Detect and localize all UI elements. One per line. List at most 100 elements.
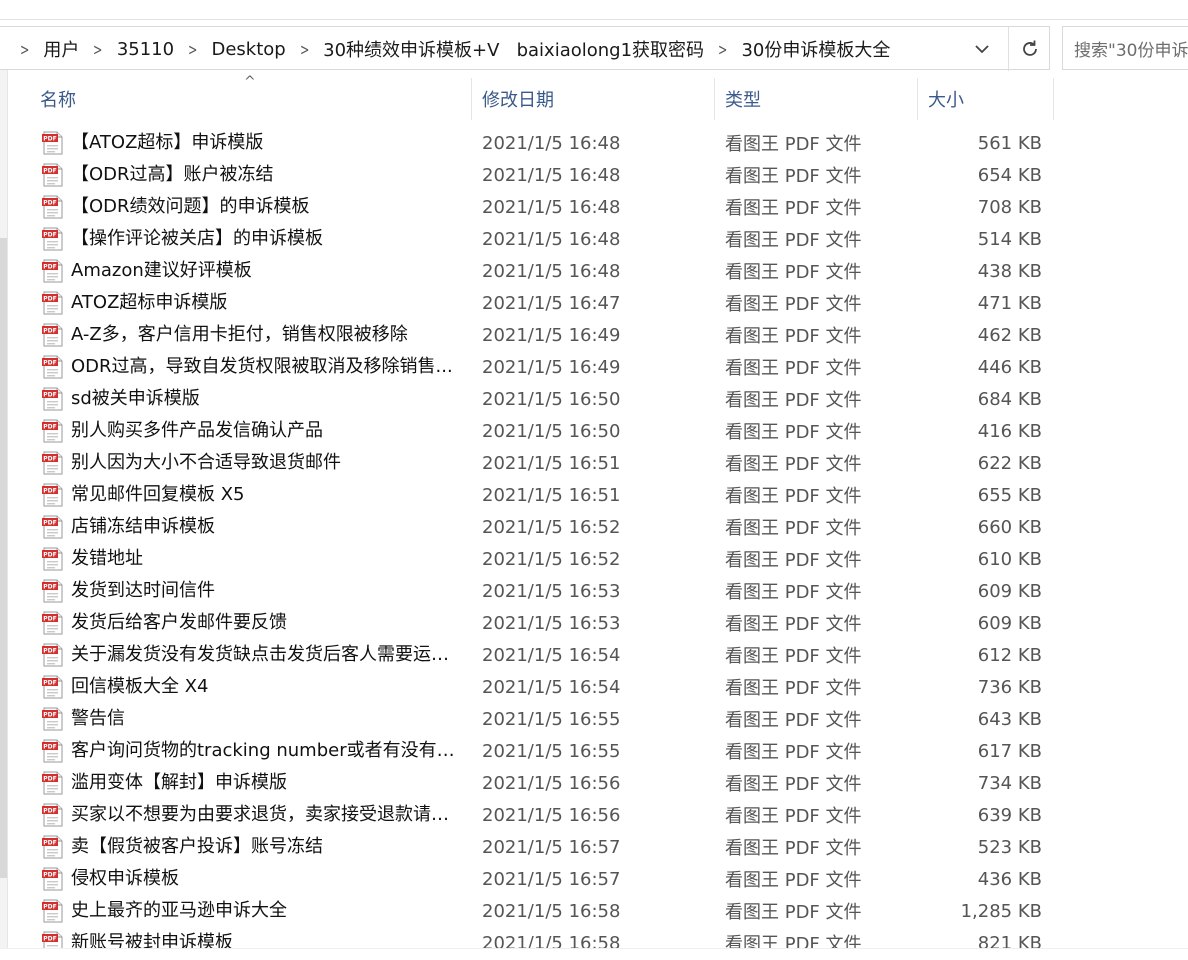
- file-name[interactable]: 买家以不想要为由要求退货，卖家接受退款请求...: [71, 799, 466, 831]
- breadcrumb-item-current-folder[interactable]: 30份申诉模板大全: [737, 36, 894, 62]
- file-name[interactable]: 【操作评论被关店】的申诉模板: [71, 223, 466, 255]
- file-date-modified: 2021/1/5 16:51: [482, 484, 621, 506]
- search-input[interactable]: 搜索"30份申诉: [1062, 26, 1188, 70]
- file-type: 看图王 PDF 文件: [725, 934, 862, 949]
- breadcrumb-item-users[interactable]: 用户: [39, 36, 83, 62]
- file-row[interactable]: PDF 回信模板大全 X4 2021/1/5 16:54 看图王 PDF 文件 736 …: [24, 671, 1054, 703]
- file-row[interactable]: PDF 常见邮件回复模板 X5 2021/1/5 16:51 看图王 PDF 文件 65…: [24, 479, 1054, 511]
- file-type: 看图王 PDF 文件: [725, 614, 862, 635]
- column-header-name[interactable]: 名称: [24, 78, 472, 120]
- file-date-modified: 2021/1/5 16:55: [482, 740, 621, 762]
- file-name[interactable]: 滥用变体【解封】申诉模版: [71, 767, 466, 799]
- file-name[interactable]: 卖【假货被客户投诉】账号冻结: [71, 831, 466, 863]
- file-size: 471 KB: [977, 292, 1042, 314]
- file-name[interactable]: 【ODR绩效问题】的申诉模板: [71, 191, 466, 223]
- file-row[interactable]: PDF 史上最齐的亚马逊申诉大全 2021/1/5 16:58 看图王 PDF 文件 1…: [24, 895, 1054, 927]
- file-row[interactable]: PDF 警告信 2021/1/5 16:55 看图王 PDF 文件 643 KB: [24, 703, 1054, 735]
- breadcrumb-item-desktop[interactable]: Desktop: [207, 39, 289, 60]
- file-row[interactable]: PDF 发货后给客户发邮件要反馈 2021/1/5 16:53 看图王 PDF 文件 6…: [24, 607, 1054, 639]
- pdf-file-icon: PDF: [42, 163, 63, 187]
- file-name[interactable]: 回信模板大全 X4: [71, 671, 466, 703]
- file-name[interactable]: ODR过高，导致自发货权限被取消及移除销售...: [71, 351, 466, 383]
- file-name[interactable]: Amazon建议好评模板: [71, 255, 466, 287]
- file-row[interactable]: PDF 关于漏发货没有发货缺点击发货后客人需要运单... 2021/1/5 16:5…: [24, 639, 1054, 671]
- file-name[interactable]: 发货后给客户发邮件要反馈: [71, 607, 466, 639]
- file-row[interactable]: PDF 店铺冻结申诉模板 2021/1/5 16:52 看图王 PDF 文件 660 K…: [24, 511, 1054, 543]
- file-row[interactable]: PDF 别人购买多件产品发信确认产品 2021/1/5 16:50 看图王 PDF 文…: [24, 415, 1054, 447]
- file-name[interactable]: 发错地址: [71, 543, 466, 575]
- chevron-right-icon[interactable]: >: [88, 40, 109, 59]
- file-row[interactable]: PDF ATOZ超标申诉模版 2021/1/5 16:47 看图王 PDF 文件 471…: [24, 287, 1054, 319]
- file-row[interactable]: PDF 【ATOZ超标】申诉模版 2021/1/5 16:48 看图王 PDF 文件 5…: [24, 127, 1054, 159]
- file-name[interactable]: 客户询问货物的tracking number或者有没有发...: [71, 735, 466, 767]
- svg-text:PDF: PDF: [43, 808, 56, 815]
- address-bar[interactable]: > 用户 > 35110 > Desktop > 30种绩效申诉模板+V bai…: [0, 26, 1050, 71]
- column-header-date-modified[interactable]: 修改日期: [472, 78, 715, 120]
- svg-text:PDF: PDF: [43, 168, 56, 175]
- pdf-file-icon: PDF: [42, 611, 63, 635]
- file-row[interactable]: PDF 新账号被封申诉模板 2021/1/5 16:58 看图王 PDF 文件 821 …: [24, 927, 1054, 949]
- file-icon-cell: PDF: [40, 223, 66, 255]
- refresh-button[interactable]: [1008, 27, 1050, 71]
- breadcrumb-item-parent-folder[interactable]: 30种绩效申诉模板+V baixiaolong1获取密码: [319, 36, 708, 62]
- file-name[interactable]: 侵权申诉模板: [71, 863, 466, 895]
- file-row[interactable]: PDF 【ODR过高】账户被冻结 2021/1/5 16:48 看图王 PDF 文件 6…: [24, 159, 1054, 191]
- column-header-type[interactable]: 类型: [715, 78, 918, 120]
- file-row[interactable]: PDF 客户询问货物的tracking number或者有没有发... 2021/1…: [24, 735, 1054, 767]
- pdf-file-icon: PDF: [42, 515, 63, 539]
- file-name[interactable]: 警告信: [71, 703, 466, 735]
- file-row[interactable]: PDF 【ODR绩效问题】的申诉模板 2021/1/5 16:48 看图王 PDF 文…: [24, 191, 1054, 223]
- svg-text:PDF: PDF: [43, 936, 56, 943]
- file-date-modified: 2021/1/5 16:48: [482, 132, 621, 154]
- svg-text:PDF: PDF: [43, 424, 56, 431]
- breadcrumb-root-chevron-icon[interactable]: >: [14, 40, 35, 59]
- file-name[interactable]: 发货到达时间信件: [71, 575, 466, 607]
- file-row[interactable]: PDF Amazon建议好评模板 2021/1/5 16:48 看图王 PDF 文件 4…: [24, 255, 1054, 287]
- file-name[interactable]: 史上最齐的亚马逊申诉大全: [71, 895, 466, 927]
- file-row[interactable]: PDF 侵权申诉模板 2021/1/5 16:57 看图王 PDF 文件 436 KB: [24, 863, 1054, 895]
- file-size: 446 KB: [977, 356, 1042, 378]
- file-name[interactable]: ATOZ超标申诉模版: [71, 287, 466, 319]
- file-row[interactable]: PDF 别人因为大小不合适导致退货邮件 2021/1/5 16:51 看图王 PDF …: [24, 447, 1054, 479]
- chevron-right-icon[interactable]: >: [294, 40, 315, 59]
- chevron-right-icon[interactable]: >: [182, 40, 203, 59]
- file-name[interactable]: 别人购买多件产品发信确认产品: [71, 415, 466, 447]
- file-name[interactable]: 店铺冻结申诉模板: [71, 511, 466, 543]
- column-header-size[interactable]: 大小: [918, 78, 1054, 120]
- file-name[interactable]: 关于漏发货没有发货缺点击发货后客人需要运单...: [71, 639, 466, 671]
- pdf-file-icon: PDF: [42, 931, 63, 949]
- file-name[interactable]: sd被关申诉模版: [71, 383, 466, 415]
- svg-text:PDF: PDF: [43, 616, 56, 623]
- file-size: 438 KB: [977, 260, 1042, 282]
- file-name[interactable]: 别人因为大小不合适导致退货邮件: [71, 447, 466, 479]
- file-row[interactable]: PDF 买家以不想要为由要求退货，卖家接受退款请求... 2021/1/5 16:5…: [24, 799, 1054, 831]
- file-icon-cell: PDF: [40, 319, 66, 351]
- file-date-modified: 2021/1/5 16:48: [482, 196, 621, 218]
- file-row[interactable]: PDF 发货到达时间信件 2021/1/5 16:53 看图王 PDF 文件 609 K…: [24, 575, 1054, 607]
- file-row[interactable]: PDF ODR过高，导致自发货权限被取消及移除销售... 2021/1/5 16:4…: [24, 351, 1054, 383]
- file-name[interactable]: 常见邮件回复模板 X5: [71, 479, 466, 511]
- file-size: 654 KB: [977, 164, 1042, 186]
- pdf-file-icon: PDF: [42, 451, 63, 475]
- file-row[interactable]: PDF A-Z多，客户信用卡拒付，销售权限被移除 2021/1/5 16:49 看图王…: [24, 319, 1054, 351]
- file-type: 看图王 PDF 文件: [725, 710, 862, 731]
- file-type: 看图王 PDF 文件: [725, 742, 862, 763]
- file-row[interactable]: PDF sd被关申诉模版 2021/1/5 16:50 看图王 PDF 文件 684 K…: [24, 383, 1054, 415]
- file-size: 462 KB: [977, 324, 1042, 346]
- file-name[interactable]: 新账号被封申诉模板: [71, 927, 466, 949]
- file-row[interactable]: PDF 滥用变体【解封】申诉模版 2021/1/5 16:56 看图王 PDF 文件 7…: [24, 767, 1054, 799]
- address-history-dropdown[interactable]: [968, 35, 996, 63]
- file-type: 看图王 PDF 文件: [725, 422, 862, 443]
- left-scroll-track[interactable]: [0, 70, 8, 950]
- file-size: 617 KB: [977, 740, 1042, 762]
- chevron-right-icon[interactable]: >: [712, 40, 733, 59]
- file-row[interactable]: PDF 【操作评论被关店】的申诉模板 2021/1/5 16:48 看图王 PDF 文…: [24, 223, 1054, 255]
- file-row[interactable]: PDF 发错地址 2021/1/5 16:52 看图王 PDF 文件 610 KB: [24, 543, 1054, 575]
- file-name[interactable]: A-Z多，客户信用卡拒付，销售权限被移除: [71, 319, 466, 351]
- file-name[interactable]: 【ATOZ超标】申诉模版: [71, 127, 466, 159]
- file-type: 看图王 PDF 文件: [725, 230, 862, 251]
- file-name[interactable]: 【ODR过高】账户被冻结: [71, 159, 466, 191]
- scrollbar-thumb[interactable]: [0, 238, 7, 878]
- file-row[interactable]: PDF 卖【假货被客户投诉】账号冻结 2021/1/5 16:57 看图王 PDF 文…: [24, 831, 1054, 863]
- breadcrumb-item-user[interactable]: 35110: [113, 39, 178, 60]
